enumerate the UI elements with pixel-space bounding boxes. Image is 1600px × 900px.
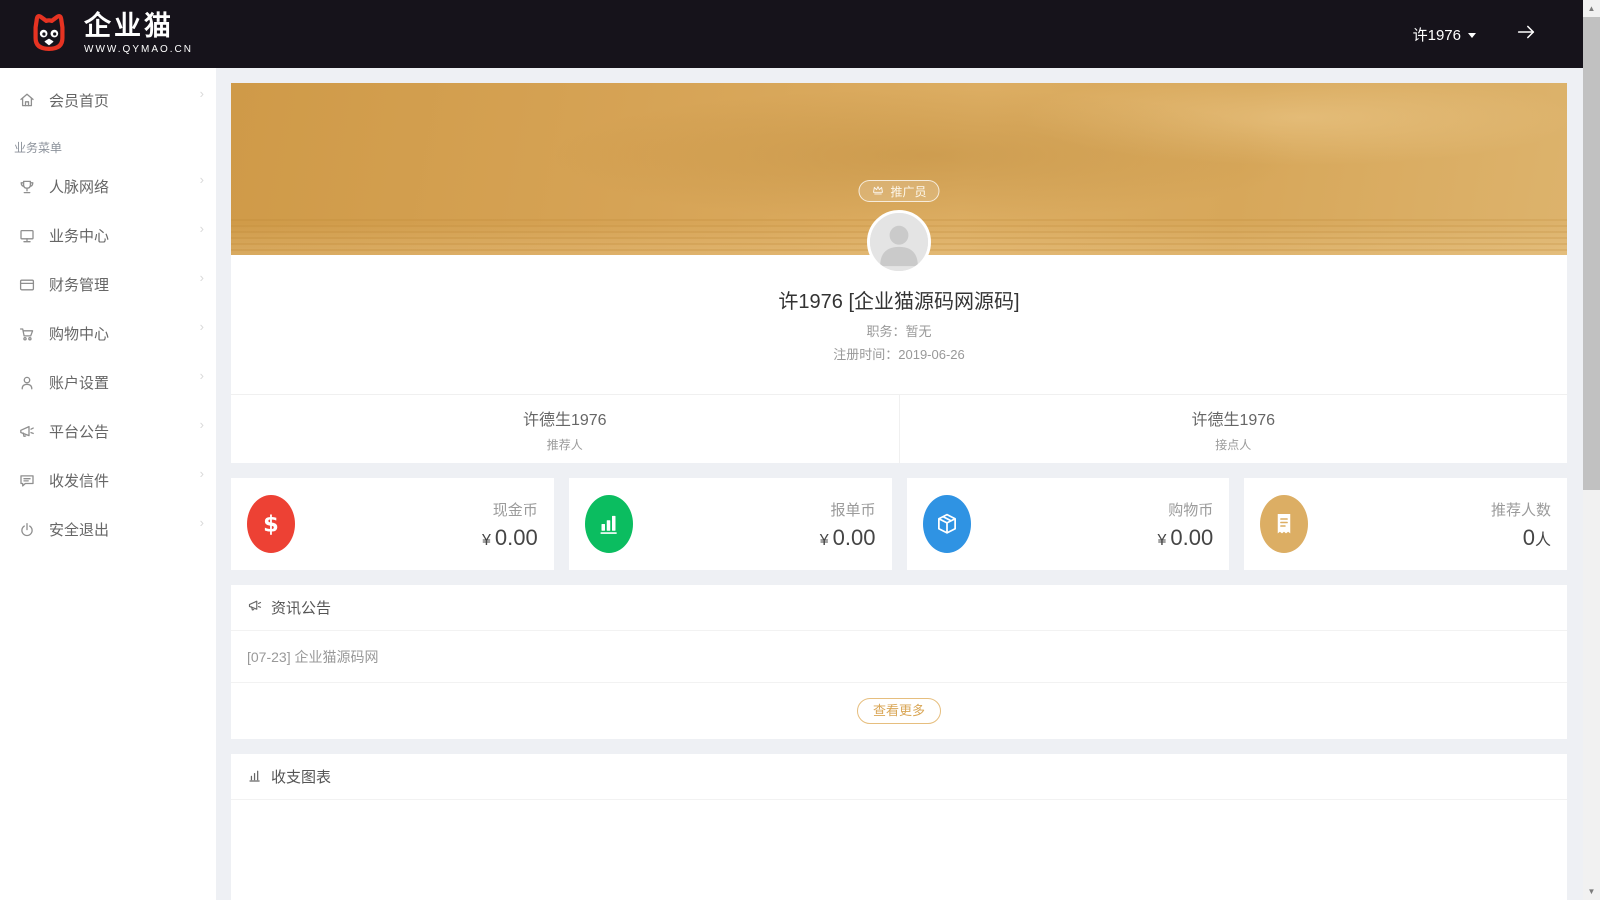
chevron-right-icon: › [199, 466, 204, 481]
app-root: 企业猫 WWW.QYMAO.CN 许1976 会员首页 › 业务菜单 人脉网络 … [0, 0, 1600, 900]
caret-down-icon [1468, 32, 1476, 38]
stat-card-referrals: 推荐人数 0人 [1244, 478, 1567, 570]
top-header: 企业猫 WWW.QYMAO.CN 许1976 [0, 0, 1583, 68]
chevron-right-icon: › [199, 417, 204, 432]
power-icon [18, 521, 36, 539]
receipt-icon [1260, 495, 1309, 553]
username-label: 许1976 [1412, 26, 1461, 44]
contact-point-name: 许德生1976 [1191, 411, 1276, 429]
contact-point-role: 接点人 [1215, 437, 1252, 452]
sidebar-item-mail[interactable]: 收发信件 › [0, 456, 216, 505]
stat-label: 购物币 [1168, 502, 1214, 519]
brand-site: WWW.QYMAO.CN [84, 44, 193, 55]
chevron-right-icon: › [199, 85, 204, 101]
stat-card-shopping: 购物币 ¥0.00 [906, 478, 1230, 570]
trophy-icon [18, 178, 36, 196]
referrer-name: 许德生1976 [522, 411, 607, 429]
arrow-right-icon [1515, 21, 1537, 48]
megaphone-icon [18, 423, 36, 441]
bar-chart-icon [584, 495, 633, 553]
profile-display-name: 许1976 [企业猫源码网源码] [778, 291, 1020, 313]
cube-icon [922, 495, 971, 553]
scroll-down-button[interactable]: ▼ [1583, 883, 1600, 900]
cat-logo-icon [26, 10, 72, 59]
cart-icon [18, 325, 36, 343]
stat-value: ¥0.00 [1157, 525, 1214, 550]
referrer-role: 推荐人 [546, 437, 583, 452]
sidebar-item-network[interactable]: 人脉网络 › [0, 162, 216, 211]
vertical-scrollbar[interactable]: ▲ ▼ [1583, 0, 1600, 900]
sidebar-item-account[interactable]: 账户设置 › [0, 358, 216, 407]
chevron-right-icon: › [199, 319, 204, 334]
sidebar-main-nav: 人脉网络 › 业务中心 › 财务管理 › 购物中心 › 账户设置 › 平台公告 … [0, 162, 216, 554]
scroll-up-button[interactable]: ▲ [1583, 0, 1600, 17]
megaphone-icon [247, 598, 263, 618]
bar-chart-icon [247, 767, 263, 787]
sidebar-item-shopping[interactable]: 购物中心 › [0, 309, 216, 358]
profile-info: 许1976 [企业猫源码网源码] 职务：暂无 注册时间：2019-06-26 [231, 255, 1567, 395]
sidebar: 会员首页 › 业务菜单 人脉网络 › 业务中心 › 财务管理 › 购物中心 › … [0, 68, 216, 900]
chevron-right-icon: › [199, 172, 204, 187]
logout-arrow-button[interactable] [1514, 22, 1538, 46]
profile-register-time: 注册时间：2019-06-26 [833, 347, 965, 362]
stat-label: 现金币 [492, 502, 538, 519]
chart-panel: 收支图表 [231, 754, 1567, 900]
user-dropdown[interactable]: 许1976 [1413, 24, 1476, 45]
news-panel-header: 资讯公告 [231, 585, 1567, 631]
message-icon [18, 472, 36, 490]
brand-logo[interactable]: 企业猫 WWW.QYMAO.CN [26, 10, 193, 59]
role-badge: 推广员 [858, 180, 940, 202]
chevron-right-icon: › [199, 270, 204, 285]
chevron-right-icon: › [199, 221, 204, 236]
sidebar-item-home[interactable]: 会员首页 › [0, 76, 216, 124]
home-icon [18, 91, 36, 109]
brand-name: 企业猫 [84, 11, 174, 41]
referrer-block: 许德生1976 推荐人 [231, 395, 899, 463]
sidebar-top-nav: 会员首页 › [0, 68, 216, 124]
stat-value: ¥0.00 [482, 525, 538, 550]
main-content: 推广员 许1976 [企业猫源码网源码] 职务：暂无 注册时间：2019-06-… [216, 68, 1583, 900]
news-panel: 资讯公告 [07-23] 企业猫源码网 查看更多 [231, 585, 1567, 739]
role-badge-label: 推广员 [890, 184, 927, 199]
avatar[interactable] [867, 210, 931, 274]
view-more-button[interactable]: 查看更多 [856, 697, 941, 725]
chart-panel-title: 收支图表 [271, 769, 332, 786]
chevron-right-icon: › [199, 368, 204, 383]
crown-icon [871, 183, 884, 199]
profile-job: 职务：暂无 [866, 324, 932, 339]
chevron-right-icon: › [199, 515, 204, 530]
contact-point-block: 许德生1976 接点人 [898, 395, 1568, 463]
chart-panel-header: 收支图表 [231, 754, 1567, 800]
news-list: [07-23] 企业猫源码网 [231, 631, 1567, 683]
relations-row: 许德生1976 推荐人 许德生1976 接点人 [231, 395, 1567, 463]
stats-row: $ 现金币 ¥0.00 报单币 ¥0.00 购物币 ¥0.00 推荐人数 0人 [231, 478, 1567, 570]
monitor-icon [18, 227, 36, 245]
sidebar-section-label: 业务菜单 [14, 141, 63, 155]
news-footer: 查看更多 [231, 683, 1567, 739]
dollar-icon: $ [247, 495, 295, 553]
credit-card-icon [18, 276, 36, 294]
stat-card-cash: $ 现金币 ¥0.00 [231, 478, 554, 570]
stat-label: 报单币 [830, 502, 876, 519]
news-item[interactable]: [07-23] 企业猫源码网 [231, 631, 1567, 683]
sidebar-item-logout[interactable]: 安全退出 › [0, 505, 216, 554]
sidebar-item-finance[interactable]: 财务管理 › [0, 260, 216, 309]
stat-value: ¥0.00 [819, 525, 876, 550]
stat-value: 0人 [1522, 525, 1551, 550]
scrollbar-thumb[interactable] [1583, 17, 1600, 490]
profile-card: 推广员 许1976 [企业猫源码网源码] 职务：暂无 注册时间：2019-06-… [231, 83, 1567, 463]
sidebar-item-announcement[interactable]: 平台公告 › [0, 407, 216, 456]
user-icon [18, 374, 36, 392]
stat-label: 推荐人数 [1490, 502, 1551, 519]
sidebar-item-business[interactable]: 业务中心 › [0, 211, 216, 260]
news-panel-title: 资讯公告 [271, 600, 332, 617]
svg-text:$: $ [263, 512, 279, 538]
stat-card-order: 报单币 ¥0.00 [568, 478, 892, 570]
